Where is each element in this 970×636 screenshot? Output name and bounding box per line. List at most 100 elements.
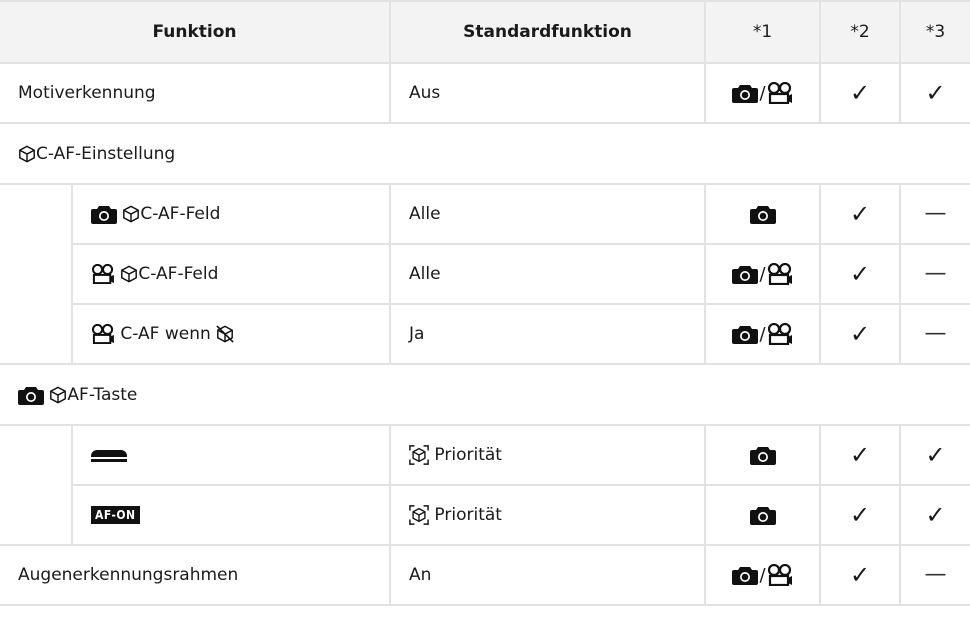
header-funktion: Funktion (0, 0, 392, 64)
slash-separator: / (759, 564, 766, 586)
subject-detect-off-icon (216, 325, 234, 343)
table-row: Augenerkennungsrahmen An / ✓ — (0, 544, 970, 606)
movie-icon (767, 263, 793, 285)
row-col2: ✓ (819, 243, 902, 305)
group-row: C-AF-Einstellung (0, 122, 970, 185)
row-col3: — (899, 243, 970, 305)
row-col1: / (704, 243, 822, 305)
row-col3: ✓ (899, 62, 970, 124)
row-col3: ✓ (899, 424, 970, 486)
indent-cell (0, 183, 73, 244)
row-col1: / (704, 303, 822, 365)
row-default: Aus (389, 62, 707, 124)
indent-cell (0, 485, 73, 546)
row-label: Motiverkennung (0, 62, 392, 124)
row-label: C-AF-Feld (70, 243, 392, 305)
check-icon: ✓ (925, 500, 946, 529)
row-col2: ✓ (819, 424, 902, 486)
movie-icon (767, 564, 793, 586)
row-col3: ✓ (899, 484, 970, 546)
row-label: AF-ON (70, 484, 392, 546)
row-col2: ✓ (819, 62, 902, 124)
check-icon: ✓ (925, 78, 946, 107)
row-col3: — (899, 303, 970, 365)
camera-icon (750, 445, 776, 465)
indent-cell (0, 244, 73, 304)
table-row: Priorität ✓ ✓ (0, 424, 970, 486)
table-row: C-AF-Feld Alle ✓ — (0, 183, 970, 245)
movie-icon (91, 264, 115, 284)
row-default: Alle (389, 243, 707, 305)
subject-detect-icon (49, 386, 67, 404)
row-label: C-AF-Feld (70, 183, 392, 245)
row-col2: ✓ (819, 303, 902, 365)
row-default: Ja (389, 303, 707, 365)
movie-icon (767, 82, 793, 104)
indent-cell (0, 424, 73, 485)
slash-separator: / (759, 323, 766, 345)
camera-icon (750, 505, 776, 525)
function-table: Funktion Standardfunktion *1 *2 *3 Motiv… (0, 0, 970, 606)
table-row: AF-ON Priorität ✓ ✓ (0, 484, 970, 546)
row-col2: ✓ (819, 183, 902, 245)
shutter-button-icon (91, 448, 127, 462)
check-icon: ✓ (849, 560, 871, 589)
row-col1: / (704, 62, 822, 124)
check-icon: ✓ (849, 500, 871, 529)
row-col2: ✓ (819, 484, 902, 546)
subject-detect-icon (122, 205, 140, 223)
header-row: Funktion Standardfunktion *1 *2 *3 (0, 0, 970, 64)
check-icon: ✓ (849, 259, 871, 288)
movie-icon (91, 324, 115, 344)
header-col1: *1 (704, 0, 822, 64)
slash-separator: / (759, 263, 766, 285)
movie-icon (767, 323, 793, 345)
table-row: C-AF-Feld Alle / ✓ — (0, 243, 970, 305)
group-label: AF-Taste (0, 363, 970, 426)
row-label: Augenerkennungsrahmen (0, 544, 392, 606)
header-col2: *2 (819, 0, 902, 64)
camera-icon (750, 204, 776, 224)
row-label: C-AF wenn (70, 303, 392, 365)
row-default: Alle (389, 183, 707, 245)
af-on-badge: AF-ON (91, 506, 140, 524)
check-icon: ✓ (849, 199, 871, 228)
check-icon: ✓ (849, 440, 871, 469)
camera-icon (732, 565, 758, 585)
dash-icon: — (924, 562, 947, 587)
row-default: An (389, 544, 707, 606)
row-label (70, 424, 392, 486)
dash-icon: — (924, 321, 947, 346)
row-default: Priorität (389, 424, 707, 486)
dash-icon: — (924, 261, 947, 286)
dash-icon: — (924, 201, 947, 226)
subject-frame-icon (409, 505, 429, 525)
camera-icon (732, 324, 758, 344)
check-icon: ✓ (925, 440, 946, 469)
row-col1: / (704, 544, 822, 606)
header-col3: *3 (899, 0, 970, 64)
camera-icon (18, 385, 44, 405)
subject-frame-icon (409, 445, 429, 465)
table-row: Motiverkennung Aus / ✓ ✓ (0, 62, 970, 124)
header-standardfunktion: Standardfunktion (389, 0, 707, 64)
row-col3: — (899, 544, 970, 606)
subject-detect-icon (120, 265, 138, 283)
subject-detect-icon (18, 145, 36, 163)
table-row: C-AF wenn Ja / ✓ — (0, 303, 970, 365)
indent-cell (0, 304, 73, 365)
group-row: AF-Taste (0, 363, 970, 426)
row-col1 (704, 183, 822, 245)
camera-icon (91, 204, 117, 224)
row-col1 (704, 424, 822, 486)
check-icon: ✓ (849, 319, 871, 348)
row-col3: — (899, 183, 970, 245)
check-icon: ✓ (849, 78, 871, 107)
row-col2: ✓ (819, 544, 902, 606)
camera-icon (732, 83, 758, 103)
row-default: Priorität (389, 484, 707, 546)
camera-icon (732, 264, 758, 284)
group-label: C-AF-Einstellung (0, 122, 970, 185)
slash-separator: / (759, 82, 766, 104)
row-col1 (704, 484, 822, 546)
